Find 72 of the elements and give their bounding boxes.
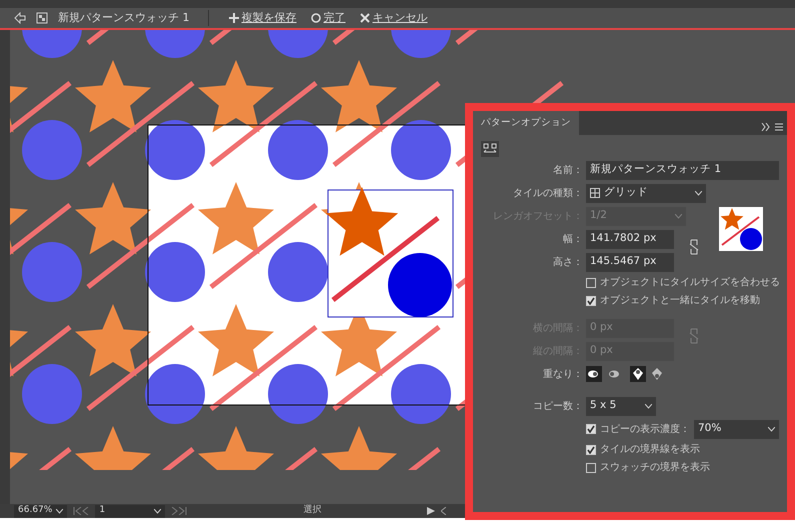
- circle-shape: [145, 364, 205, 424]
- option-label: タイルの境界線を表示: [600, 442, 700, 457]
- circle-icon: [310, 13, 320, 23]
- unlinked-chain-icon[interactable]: [689, 239, 699, 255]
- circle-shape: [391, 120, 451, 180]
- checkbox[interactable]: [586, 424, 596, 434]
- tile-preview-drawing: [719, 207, 763, 251]
- bottom-over-top-icon: [649, 366, 665, 382]
- circle-shape: [391, 364, 451, 424]
- tile-tool-icon[interactable]: [481, 141, 499, 157]
- checkbox[interactable]: [586, 296, 596, 306]
- option-label: オブジェクトと一緒にタイルを移動: [600, 294, 760, 308]
- circle-shape: [268, 242, 328, 302]
- tool-name: 選択: [303, 504, 322, 518]
- checkmark-icon: [587, 446, 595, 454]
- circle-shape: [145, 242, 205, 302]
- brick-offset-field: 1/2: [586, 206, 686, 226]
- overlap-label: 重なり：: [542, 368, 583, 382]
- v-spacing-field: 0 px: [586, 342, 674, 360]
- circle-shape: [22, 364, 82, 424]
- first-previous-arrows-icon[interactable]: [73, 507, 90, 515]
- caret-icon: [56, 508, 64, 514]
- circle-shape: [22, 242, 82, 302]
- caret-icon: [675, 214, 682, 218]
- back-arrow-icon[interactable]: [14, 12, 26, 24]
- copies-label: コピー数：: [532, 400, 583, 414]
- dim-level-dropdown[interactable]: 70%: [694, 420, 779, 438]
- unlinked-chain-icon: [689, 328, 699, 344]
- copies-field[interactable]: 5 x 5: [586, 396, 656, 416]
- circle-shape: [22, 120, 82, 180]
- h-spacing-field: 0 px: [586, 318, 674, 338]
- grid-icon: [590, 188, 600, 198]
- height-field[interactable]: 145.5467 px: [586, 252, 674, 272]
- overlap-toggle[interactable]: [630, 366, 646, 382]
- option-label: コピーの表示濃度：: [600, 422, 690, 436]
- zoom-dropdown[interactable]: 66.67%: [14, 504, 68, 518]
- caret-icon: [695, 190, 702, 196]
- overlap-toggle[interactable]: [586, 366, 602, 382]
- close-icon: [360, 13, 370, 23]
- next-last-arrows-icon[interactable]: [171, 507, 188, 515]
- save-copy-button[interactable]: 複製を保存: [226, 10, 298, 26]
- plus-icon: [228, 13, 238, 23]
- circle-shape: [268, 364, 328, 424]
- caret-icon: [768, 426, 775, 432]
- top-over-bottom-icon: [630, 366, 646, 382]
- done-button[interactable]: 完了: [308, 10, 348, 26]
- circle-shape: [145, 120, 205, 180]
- circle-shape: [268, 120, 328, 180]
- overlap-toggle[interactable]: [649, 366, 665, 382]
- caret-icon: [645, 404, 652, 408]
- checkbox[interactable]: [586, 444, 596, 454]
- play-icon[interactable]: [427, 507, 436, 515]
- collapse-arrows-icon[interactable]: [761, 123, 771, 131]
- name-field[interactable]: 新規パターンスウォッチ 1: [586, 160, 779, 180]
- cancel-button[interactable]: キャンセル: [358, 10, 430, 26]
- tile-type-field[interactable]: グリッド: [586, 184, 706, 202]
- name-label: 名前：: [552, 164, 583, 178]
- checkmark-icon: [587, 296, 595, 304]
- checkmark-icon: [587, 425, 595, 433]
- height-label: 高さ：: [552, 256, 583, 270]
- pattern-swatch-icon: [36, 12, 48, 24]
- panel-tab[interactable]: パターンオプション: [473, 110, 579, 135]
- width-label: 幅：: [562, 232, 583, 246]
- option-label: スウォッチの境界を表示: [600, 460, 710, 475]
- tile-type-label: タイルの種類：: [512, 186, 583, 200]
- caret-icon: [154, 508, 162, 514]
- option-label: オブジェクトにタイルサイズを合わせる: [600, 276, 780, 290]
- artboard-dropdown[interactable]: 1: [95, 504, 166, 518]
- width-field[interactable]: 141.7802 px: [586, 230, 674, 248]
- pattern-name-title: 新規パターンスウォッチ 1: [58, 10, 190, 26]
- menu-icon[interactable]: [775, 123, 783, 131]
- circle-shape: [388, 253, 452, 317]
